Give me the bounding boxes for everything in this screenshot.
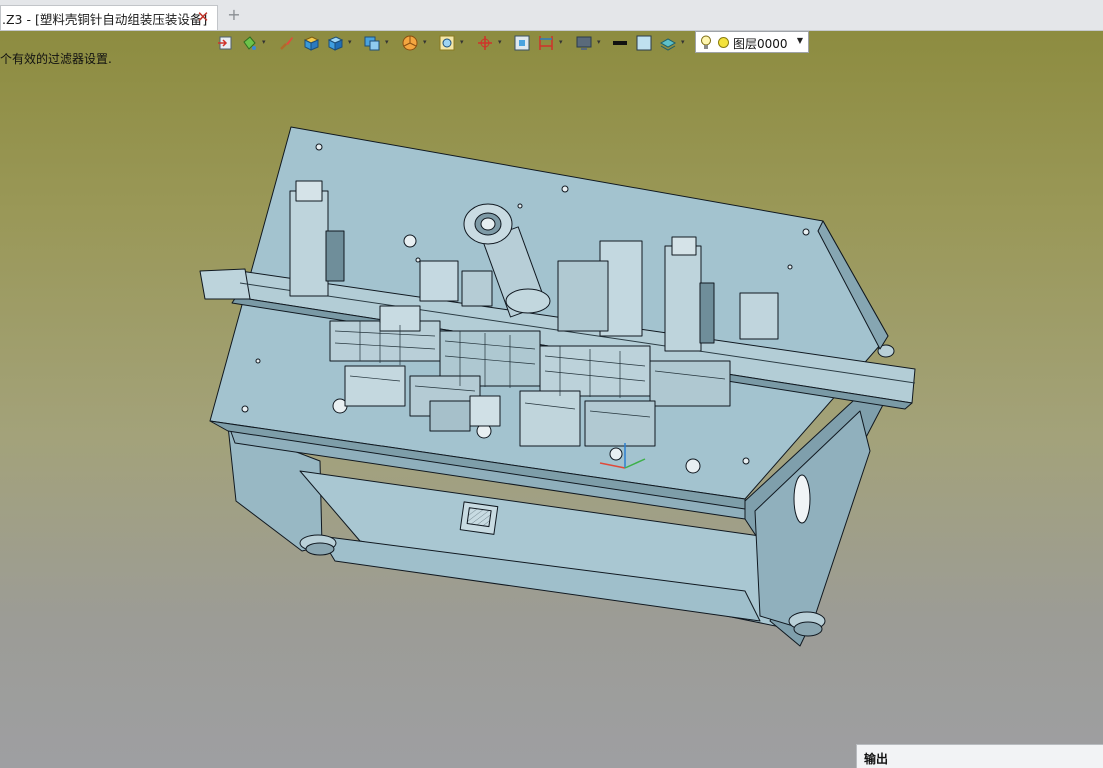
section-pie-icon[interactable]	[401, 34, 419, 52]
cad-model[interactable]	[0, 31, 1103, 768]
frame-select-icon[interactable]	[513, 34, 531, 52]
filter-status-message: 个有效的过滤器设置.	[0, 52, 112, 66]
chevron-down-icon[interactable]: ▾	[559, 39, 566, 46]
chevron-down-icon[interactable]: ▾	[498, 39, 505, 46]
chevron-down-icon[interactable]: ▾	[423, 39, 430, 46]
cube-icon[interactable]	[326, 34, 344, 52]
paint-bucket-icon[interactable]	[240, 34, 258, 52]
color-swatch-icon[interactable]	[635, 34, 653, 52]
document-tab-title: .Z3 - [塑料壳铜针自动组装压装设备]	[2, 11, 208, 27]
chevron-down-icon[interactable]: ▾	[460, 39, 467, 46]
chevron-down-icon[interactable]: ▾	[348, 39, 355, 46]
line-weight-icon[interactable]	[611, 34, 629, 52]
layer-color-indicator	[718, 37, 729, 48]
display-monitor-icon[interactable]	[575, 34, 593, 52]
layer-name: 图层0000	[733, 37, 788, 51]
chevron-down-icon[interactable]: ▾	[262, 39, 269, 46]
output-panel-title: 输出	[864, 752, 889, 766]
lightbulb-icon[interactable]	[700, 35, 712, 50]
chevron-down-icon[interactable]: ▾	[681, 39, 688, 46]
solid-shade-icon[interactable]	[302, 34, 320, 52]
import-icon[interactable]	[217, 34, 235, 52]
app-window: .Z3 - [塑料壳铜针自动组装压装设备] ✕ + 个有效的过滤器设置. ▾ ▾…	[0, 0, 1103, 768]
origin-axis-icon[interactable]	[476, 34, 494, 52]
3d-viewport[interactable]: 个有效的过滤器设置. ▾ ▾ ▾ ▾ ▾ ▾ ▾ ▾ ▾ 图层0000 ▼	[0, 31, 1103, 768]
add-tab-icon[interactable]: +	[226, 7, 242, 23]
view-cube-icon[interactable]	[363, 34, 381, 52]
document-tab-bar: .Z3 - [塑料壳铜针自动组装压装设备] ✕ +	[0, 0, 1103, 31]
dimension-icon[interactable]	[537, 34, 555, 52]
chevron-down-icon[interactable]: ▾	[597, 39, 604, 46]
close-icon[interactable]: ✕	[195, 9, 211, 25]
layer-dropdown[interactable]: 图层0000 ▼	[695, 31, 809, 53]
viewport-toolbar: ▾ ▾ ▾ ▾ ▾ ▾ ▾ ▾ ▾	[213, 31, 693, 55]
document-tab[interactable]: .Z3 - [塑料壳铜针自动组装压装设备] ✕	[0, 5, 218, 30]
output-panel[interactable]: 输出	[856, 744, 1103, 768]
layers-icon[interactable]	[659, 34, 677, 52]
brush-icon[interactable]	[278, 34, 296, 52]
chevron-down-icon[interactable]: ▼	[797, 36, 803, 45]
zoom-fit-icon[interactable]	[438, 34, 456, 52]
chevron-down-icon[interactable]: ▾	[385, 39, 392, 46]
